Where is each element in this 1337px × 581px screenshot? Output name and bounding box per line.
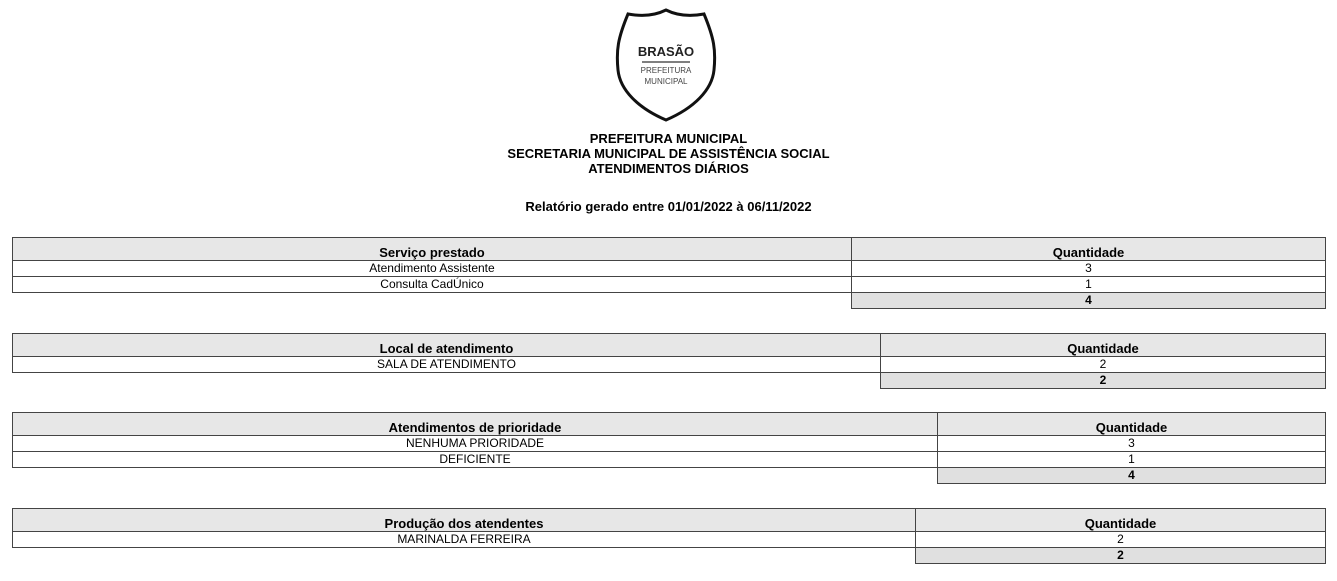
row-label: MARINALDA FERREIRA xyxy=(12,531,916,548)
header-line-atendimentos: ATENDIMENTOS DIÁRIOS xyxy=(588,161,749,176)
total-row: 2 xyxy=(13,372,1326,389)
total-value: 2 xyxy=(880,372,1326,389)
row-value: 1 xyxy=(851,276,1326,293)
table-atendimentos-prioridade: Atendimentos de prioridade Quantidade NE… xyxy=(12,412,1326,484)
row-value: 2 xyxy=(880,356,1326,373)
svg-text:MUNICIPAL: MUNICIPAL xyxy=(645,77,689,86)
column-header: Atendimentos de prioridade xyxy=(12,412,938,436)
total-spacer xyxy=(13,548,916,564)
total-spacer xyxy=(13,293,852,309)
total-row: 4 xyxy=(13,467,1326,484)
column-header: Serviço prestado xyxy=(12,237,852,261)
row-label: NENHUMA PRIORIDADE xyxy=(12,435,938,452)
table-row: NENHUMA PRIORIDADE 3 xyxy=(12,435,1326,452)
table-servico-prestado: Serviço prestado Quantidade Atendimento … xyxy=(12,237,1326,309)
column-header: Quantidade xyxy=(937,412,1326,436)
table-header-row: Produção dos atendentes Quantidade xyxy=(12,508,1326,532)
column-header: Produção dos atendentes xyxy=(12,508,916,532)
table-row: SALA DE ATENDIMENTO 2 xyxy=(12,356,1326,373)
total-value: 4 xyxy=(937,467,1326,484)
svg-text:BRASÃO: BRASÃO xyxy=(638,44,694,59)
table-row: DEFICIENTE 1 xyxy=(12,451,1326,468)
table-header-row: Atendimentos de prioridade Quantidade xyxy=(12,412,1326,436)
table-row: Consulta CadÚnico 1 xyxy=(12,276,1326,293)
svg-text:PREFEITURA: PREFEITURA xyxy=(641,66,692,75)
row-label: SALA DE ATENDIMENTO xyxy=(12,356,881,373)
total-row: 4 xyxy=(13,292,1326,309)
total-spacer xyxy=(13,373,881,389)
crest-logo: BRASÃO PREFEITURA MUNICIPAL xyxy=(614,8,718,122)
row-label: DEFICIENTE xyxy=(12,451,938,468)
column-header: Quantidade xyxy=(880,333,1326,357)
row-value: 2 xyxy=(915,531,1326,548)
row-value: 1 xyxy=(937,451,1326,468)
report-period: Relatório gerado entre 01/01/2022 à 06/1… xyxy=(525,199,812,214)
column-header: Quantidade xyxy=(915,508,1326,532)
table-local-atendimento: Local de atendimento Quantidade SALA DE … xyxy=(12,333,1326,389)
row-value: 3 xyxy=(851,260,1326,277)
total-row: 2 xyxy=(13,547,1326,564)
total-value: 4 xyxy=(851,292,1326,309)
table-header-row: Local de atendimento Quantidade xyxy=(12,333,1326,357)
row-label: Atendimento Assistente xyxy=(12,260,852,277)
table-row: MARINALDA FERREIRA 2 xyxy=(12,531,1326,548)
total-value: 2 xyxy=(915,547,1326,564)
table-row: Atendimento Assistente 3 xyxy=(12,260,1326,277)
row-value: 3 xyxy=(937,435,1326,452)
total-spacer xyxy=(13,468,938,484)
table-header-row: Serviço prestado Quantidade xyxy=(12,237,1326,261)
column-header: Quantidade xyxy=(851,237,1326,261)
row-label: Consulta CadÚnico xyxy=(12,276,852,293)
report-header: PREFEITURA MUNICIPAL SECRETARIA MUNICIPA… xyxy=(0,131,1337,176)
header-line-secretaria: SECRETARIA MUNICIPAL DE ASSISTÊNCIA SOCI… xyxy=(507,146,830,161)
column-header: Local de atendimento xyxy=(12,333,881,357)
table-producao-atendentes: Produção dos atendentes Quantidade MARIN… xyxy=(12,508,1326,564)
header-line-prefeitura: PREFEITURA MUNICIPAL xyxy=(589,131,748,146)
